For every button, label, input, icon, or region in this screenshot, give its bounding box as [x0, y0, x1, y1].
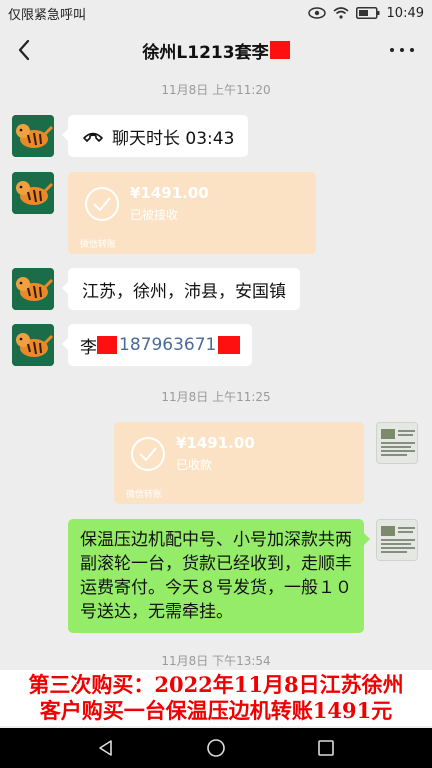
self-avatar[interactable] — [376, 422, 418, 464]
document-avatar-icon — [377, 520, 417, 560]
contact-name: 李 — [80, 337, 97, 358]
transfer-state: 已收款 — [176, 458, 213, 472]
clock: 10:49 — [386, 5, 424, 21]
address-bubble[interactable]: 江苏，徐州，沛县，安国镇 — [62, 268, 300, 310]
contact-avatar[interactable] — [12, 324, 54, 366]
contact-phone-link[interactable]: 187963671 — [119, 335, 216, 355]
redaction-mark — [269, 41, 290, 59]
tiger-avatar-icon — [12, 115, 54, 157]
redaction-mark — [218, 336, 241, 354]
contact-avatar[interactable] — [12, 115, 54, 157]
document-avatar-icon — [377, 423, 417, 463]
address-text: 江苏，徐州，沛县，安国镇 — [82, 281, 286, 302]
chat-title: 徐州L1213套李 — [142, 38, 290, 63]
timestamp: 11月8日 下午13:54 — [161, 654, 271, 668]
transfer-footer: 微信转账 — [80, 240, 117, 250]
tiger-avatar-icon — [12, 268, 54, 310]
back-arrow-icon[interactable] — [12, 36, 38, 64]
phone-hangup-icon — [83, 132, 103, 142]
call-record-bubble[interactable]: 聊天时长 03:43 — [61, 115, 249, 157]
timestamp: 11月8日 上午11:20 — [161, 83, 271, 97]
redaction-mark — [97, 336, 117, 354]
contact-avatar[interactable] — [12, 172, 54, 214]
check-circle-icon — [131, 437, 165, 471]
transfer-amount: ¥1491.00 — [130, 184, 209, 202]
call-duration-text: 聊天时长 03:43 — [112, 128, 235, 149]
self-avatar[interactable] — [376, 519, 418, 561]
transfer-card-received[interactable]: ¥1491.00 已被接收 微信转账 — [68, 172, 316, 254]
chat-header: 徐州L1213套李 — [0, 26, 432, 74]
chat-title-text: 徐州L1213套李 — [142, 42, 269, 63]
transfer-footer: 微信转账 — [126, 490, 163, 500]
transfer-amount: ¥1491.00 — [176, 434, 255, 452]
carrier-text: 仅限紧急呼叫 — [8, 7, 87, 23]
reply-text: 保温压边机配中号、小号加深款共两副滚轮一台，货款已经收到，走顺丰运费寄付。今天８… — [80, 530, 352, 622]
status-bar: 仅限紧急呼叫 10:49 — [0, 0, 432, 26]
caption-overlay: 第三次购买：2022年11月8日江苏徐州 客户购买一台保温压边机转账1491元 — [0, 670, 432, 726]
nav-recents-square-icon[interactable] — [316, 738, 336, 758]
check-circle-icon — [85, 187, 119, 221]
transfer-state: 已被接收 — [130, 208, 179, 222]
reply-bubble[interactable]: 保温压边机配中号、小号加深款共两副滚轮一台，货款已经收到，走顺丰运费寄付。今天８… — [68, 519, 370, 633]
system-navigation-bar — [0, 728, 432, 768]
more-dots-icon[interactable] — [390, 38, 414, 62]
transfer-card-collected[interactable]: ¥1491.00 已收款 微信转账 — [114, 422, 364, 504]
contact-bubble[interactable]: 李 187963671 — [61, 324, 253, 366]
battery-icon — [355, 7, 380, 19]
caption-line-2: 客户购买一台保温压边机转账1491元 — [39, 698, 393, 723]
caption-line-1: 第三次购买：2022年11月8日江苏徐州 — [28, 672, 404, 697]
tiger-avatar-icon — [12, 324, 54, 366]
contact-avatar[interactable] — [12, 268, 54, 310]
eye-comfort-icon — [307, 7, 326, 19]
status-icons: 10:49 — [307, 5, 424, 21]
timestamp: 11月8日 上午11:25 — [161, 390, 271, 404]
nav-back-triangle-icon[interactable] — [96, 738, 116, 758]
wifi-icon — [333, 7, 349, 19]
nav-home-circle-icon[interactable] — [206, 738, 226, 758]
tiger-avatar-icon — [12, 172, 54, 214]
